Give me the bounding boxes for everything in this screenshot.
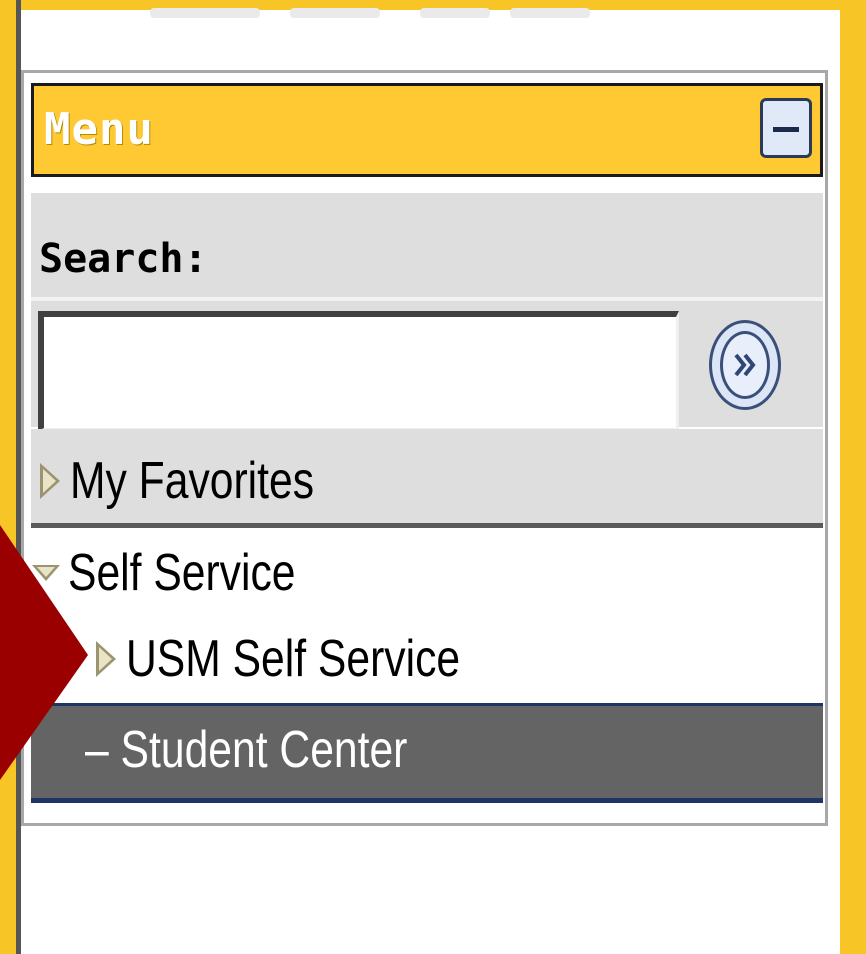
nav-item-label: Self Service (68, 544, 296, 602)
menu-header: Menu (31, 83, 823, 177)
nav-item-my-favorites[interactable]: My Favorites (40, 451, 368, 511)
search-label: Search: (39, 236, 208, 282)
search-divider (31, 297, 823, 301)
pointer-arrow-icon (0, 525, 88, 780)
minus-icon (773, 127, 799, 132)
search-go-button[interactable] (709, 320, 781, 410)
double-chevron-right-icon (720, 331, 770, 399)
expand-arrow-icon (40, 463, 60, 499)
menu-panel: Menu Search: My Favorites Self Service U… (21, 70, 828, 826)
nav-item-label: USM Self Service (126, 630, 461, 688)
expand-arrow-icon (96, 641, 116, 677)
nav-item-student-center[interactable]: – Student Center (31, 703, 823, 803)
search-input[interactable] (38, 311, 679, 431)
nav-item-label: – Student Center (85, 721, 408, 779)
faded-text-fragment (150, 8, 260, 18)
frame-left-border (0, 0, 16, 954)
menu-title: Menu (44, 104, 154, 155)
frame-right-border (840, 0, 866, 954)
faded-text-fragment (510, 8, 590, 18)
nav-item-usm-self-service[interactable]: USM Self Service (96, 629, 533, 689)
search-section: Search: (31, 193, 823, 431)
faded-text-fragment (290, 8, 380, 18)
nav-divider (31, 523, 823, 528)
collapse-menu-button[interactable] (760, 98, 812, 158)
nav-item-label: My Favorites (70, 452, 315, 510)
faded-text-fragment (420, 8, 490, 18)
